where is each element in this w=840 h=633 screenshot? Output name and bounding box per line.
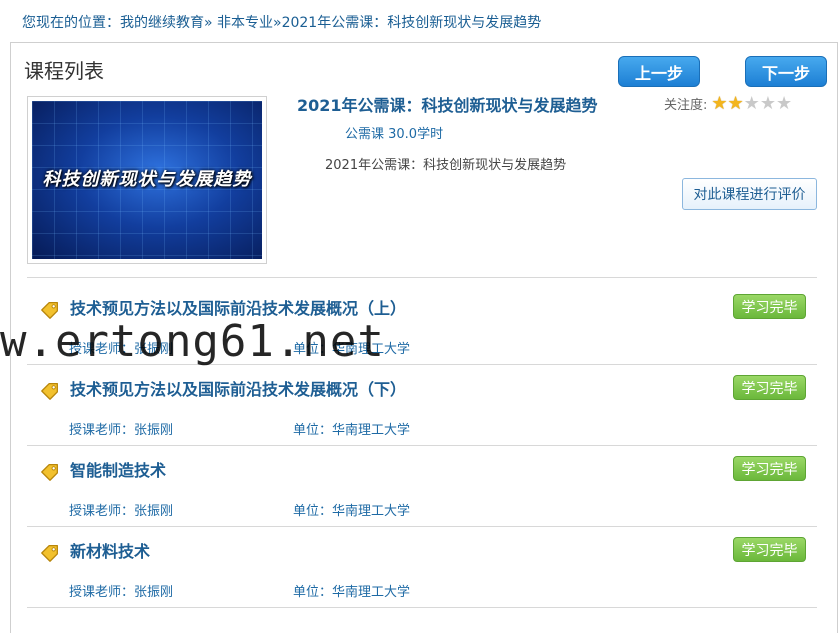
star-icon: ★ — [727, 92, 744, 114]
chapter-row: 技术预见方法以及国际前沿技术发展概况（下） 学习完毕授课老师：张振刚 单位：华南理工… — [27, 364, 817, 446]
attention-rating: 关注度: ★ ★ ★ ★ ★ — [664, 94, 792, 113]
star-icon: ★ — [711, 92, 728, 114]
chapter-teacher: 授课老师：张振刚 — [69, 504, 174, 519]
chapter-teacher: 授课老师：张振刚 — [69, 423, 174, 438]
panel-title: 课程列表 — [24, 59, 104, 83]
study-complete-badge[interactable]: 学习完毕 — [733, 456, 806, 481]
attention-label: 关注度: — [664, 98, 708, 113]
course-meta: 公需课 30.0学时 — [345, 127, 444, 142]
course-thumbnail[interactable]: 科技创新现状与发展趋势 — [27, 96, 267, 264]
star-icon: ★ — [743, 92, 760, 114]
study-complete-badge[interactable]: 学习完毕 — [733, 537, 806, 562]
chapter-unit: 单位：华南理工大学 — [293, 342, 411, 357]
thumbnail-title: 科技创新现状与发展趋势 — [42, 169, 252, 190]
chapter-row: 智能制造技术 学习完毕授课老师：张振刚 单位：华南理工大学 — [27, 445, 817, 527]
rating-stars: ★ ★ ★ ★ ★ — [711, 92, 793, 114]
course-description: 2021年公需课：科技创新现状与发展趋势 — [325, 158, 567, 173]
chapter-title[interactable]: 技术预见方法以及国际前沿技术发展概况（上） — [70, 295, 406, 319]
chapter-unit: 单位：华南理工大学 — [293, 504, 411, 519]
divider — [27, 277, 817, 278]
chapter-unit: 单位：华南理工大学 — [293, 585, 411, 600]
tag-icon — [41, 464, 58, 481]
chapter-title[interactable]: 智能制造技术 — [70, 457, 166, 481]
chapter-unit: 单位：华南理工大学 — [293, 423, 411, 438]
tag-icon — [41, 545, 58, 562]
tag-icon — [41, 302, 58, 319]
course-title[interactable]: 2021年公需课：科技创新现状与发展趋势 — [297, 92, 598, 116]
study-complete-badge[interactable]: 学习完毕 — [733, 375, 806, 400]
star-icon: ★ — [775, 92, 793, 114]
chapter-row: 新材料技术 学习完毕授课老师：张振刚 单位：华南理工大学 — [27, 526, 817, 608]
evaluate-course-button[interactable]: 对此课程进行评价 — [682, 178, 817, 210]
course-list-panel: 课程列表 上一步 下一步 科技创新现状与发展趋势 2021年公需课：科技创新现状… — [10, 42, 838, 633]
breadcrumb: 您现在的位置：我的继续教育» 非本专业»2021年公需课：科技创新现状与发展趋势 — [22, 15, 542, 31]
chapter-title[interactable]: 新材料技术 — [70, 538, 150, 562]
tag-icon — [41, 383, 58, 400]
study-complete-badge[interactable]: 学习完毕 — [733, 294, 806, 319]
chapter-teacher: 授课老师：张振刚 — [69, 585, 174, 600]
chapter-teacher: 授课老师：张振刚 — [69, 342, 174, 357]
chapter-title[interactable]: 技术预见方法以及国际前沿技术发展概况（下） — [70, 376, 406, 400]
chapter-row: 技术预见方法以及国际前沿技术发展概况（上） 学习完毕授课老师：张振刚 单位：华南理工… — [27, 283, 817, 365]
star-icon: ★ — [759, 92, 776, 114]
next-step-button[interactable]: 下一步 — [745, 56, 827, 87]
prev-step-button[interactable]: 上一步 — [618, 56, 700, 87]
